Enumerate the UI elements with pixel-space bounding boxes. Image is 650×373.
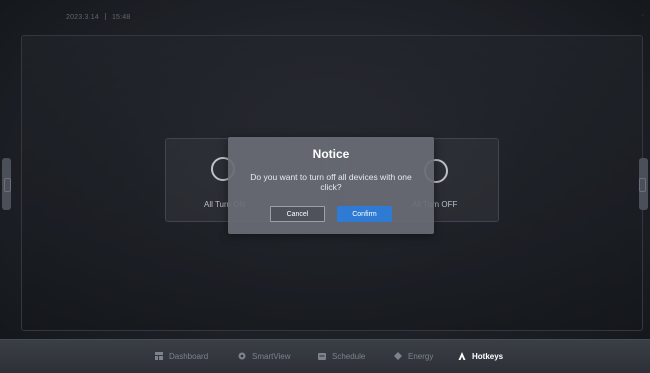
smartview-icon: [238, 352, 246, 360]
nav-label: Schedule: [332, 352, 366, 361]
nav-label: Dashboard: [169, 352, 209, 361]
bottom-nav-bar: Dashboard SmartView Schedule Energy Hotk…: [0, 339, 650, 373]
confirm-button[interactable]: Confirm: [337, 206, 392, 222]
nav-item-schedule[interactable]: Schedule: [318, 352, 365, 364]
cancel-button[interactable]: Cancel: [270, 206, 325, 222]
schedule-icon: [318, 353, 326, 360]
dialog-message: Do you want to turn off all devices with…: [250, 172, 412, 192]
hotkeys-icon: [458, 352, 466, 360]
nav-item-smartview[interactable]: SmartView: [238, 352, 291, 364]
energy-icon: [394, 352, 402, 360]
dashboard-icon: [155, 352, 163, 360]
nav-item-dashboard[interactable]: Dashboard: [155, 352, 208, 364]
nav-label: Energy: [408, 352, 434, 361]
nav-item-hotkeys[interactable]: Hotkeys: [458, 352, 503, 364]
nav-item-energy[interactable]: Energy: [394, 352, 433, 364]
notice-dialog: Notice Do you want to turn off all devic…: [228, 137, 434, 234]
nav-label: SmartView: [252, 352, 291, 361]
dialog-title: Notice: [312, 147, 350, 161]
nav-label: Hotkeys: [472, 352, 504, 361]
